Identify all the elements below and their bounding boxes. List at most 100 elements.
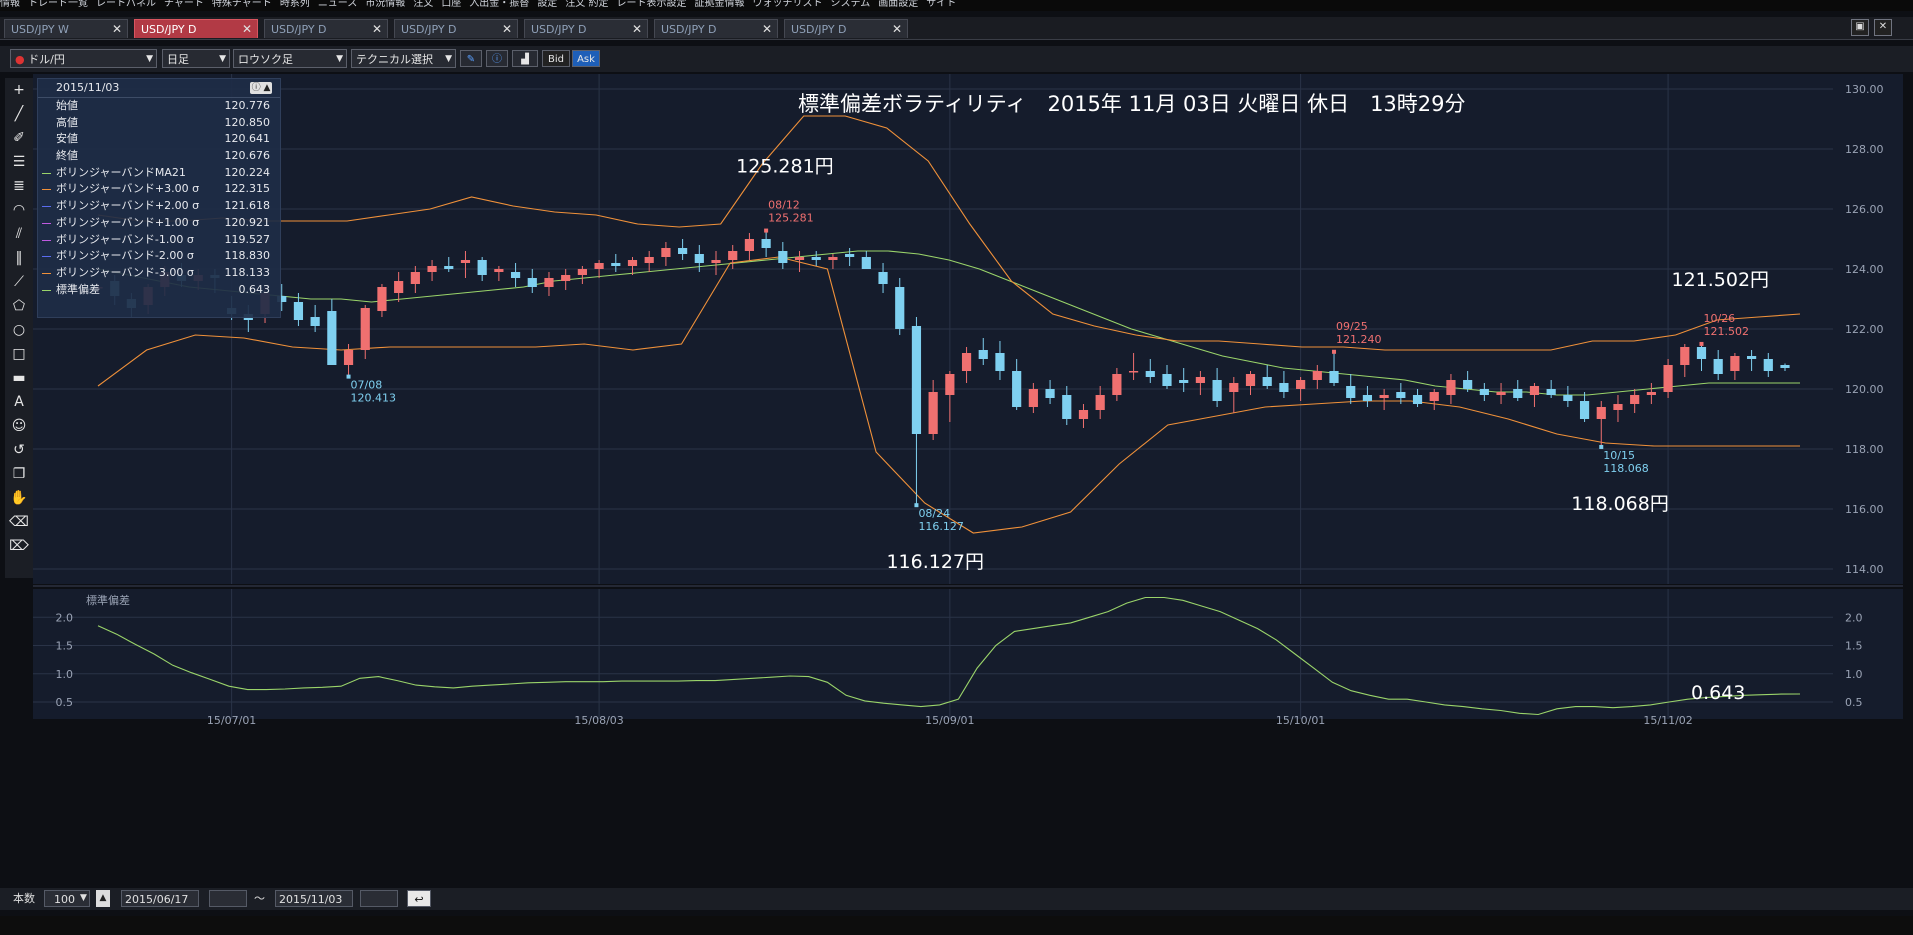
tab-usdjpy[interactable]: USD/JPY D ✕	[394, 19, 518, 38]
info-label: 高値	[56, 115, 78, 129]
flag-icon: ●	[15, 53, 25, 66]
menu-item[interactable]: 画面設定	[878, 0, 918, 9]
info-icon[interactable]: ⓘ	[486, 50, 508, 67]
tab-usdjpy[interactable]: USD/JPY D ✕	[524, 19, 648, 38]
menu-item[interactable]: 注文	[413, 0, 433, 9]
chevron-down-icon[interactable]: ▼	[80, 890, 87, 907]
series-swatch	[42, 239, 51, 241]
separator-icon[interactable]: ▬	[9, 368, 29, 388]
candle-body	[360, 308, 370, 350]
pentagon-icon[interactable]: ⬠	[9, 296, 29, 316]
tab-usdjpy[interactable]: USD/JPY D ✕	[264, 19, 388, 38]
sub-y-tick-label-left: 0.5	[56, 696, 74, 709]
menu-item[interactable]: 設定	[537, 0, 557, 9]
to-time-input[interactable]	[360, 890, 398, 907]
technical-select[interactable]: テクニカル選択 ▼	[351, 49, 456, 68]
eraser-all-icon[interactable]: ⌦	[9, 536, 29, 556]
menu-item[interactable]: チャート	[164, 0, 204, 9]
menu-item[interactable]: システム	[831, 0, 871, 9]
candle-body	[845, 254, 855, 257]
tab-usdjpy[interactable]: USD/JPY D ✕	[134, 19, 258, 38]
info-toggle-icon[interactable]: ⓘ ▲	[250, 82, 272, 94]
line-tool-icon[interactable]: ╱	[9, 104, 29, 124]
candle-body	[1245, 374, 1256, 386]
arc-icon[interactable]: ◠	[9, 200, 29, 220]
candle-body	[828, 257, 838, 260]
y-tick-label: 114.00	[1845, 563, 1884, 576]
candle-body	[477, 260, 487, 275]
sub-chart-label: 標準偏差	[86, 593, 130, 607]
fibonacci-icon[interactable]: ≣	[9, 176, 29, 196]
candle-body	[1479, 389, 1489, 395]
close-tab-icon[interactable]: ✕	[112, 20, 122, 39]
menu-item[interactable]: 市況情報	[365, 0, 405, 9]
vertical-lines-icon[interactable]: ‖	[9, 248, 29, 268]
channel-icon[interactable]: ⟋	[9, 272, 29, 292]
crosshair-icon[interactable]: +	[9, 80, 29, 100]
candle-body	[310, 317, 320, 326]
currency-pair-select[interactable]: ● ドル/円 ▼	[10, 49, 157, 68]
tab-usdjpy[interactable]: USD/JPY W ✕	[4, 19, 128, 38]
info-value: 118.133	[224, 265, 271, 279]
candle-body	[1680, 347, 1690, 365]
menu-item[interactable]: レートパネル	[96, 0, 156, 9]
close-tab-icon[interactable]: ✕	[242, 20, 252, 39]
range-bar: 本数 100 ▼ ▲ 2015/06/17 ～ 2015/11/03 ↩	[0, 888, 1913, 910]
tab-usdjpy[interactable]: USD/JPY D ✕	[654, 19, 778, 38]
menu-item[interactable]: 時系列	[280, 0, 310, 9]
from-time-input[interactable]	[209, 890, 247, 907]
candle-body	[1429, 392, 1439, 401]
close-tab-icon[interactable]: ✕	[502, 20, 512, 39]
restore-window-icon[interactable]: ▣	[1851, 19, 1869, 36]
menu-item[interactable]: 注文 約定	[565, 0, 608, 9]
hand-icon[interactable]: ✋	[9, 488, 29, 508]
pen-icon[interactable]: ✎	[460, 50, 482, 67]
fan-icon[interactable]: ⫽	[9, 224, 29, 244]
info-value: 118.830	[224, 249, 271, 263]
ask-button[interactable]: Ask	[572, 50, 600, 67]
candle-body	[694, 254, 704, 263]
chart-style-icon[interactable]: ▟	[512, 50, 538, 67]
menu-item[interactable]: 口座	[441, 0, 461, 9]
info-row: ボリンジャーバンド-1.00 σ 119.527	[38, 232, 280, 249]
menu-item[interactable]: 情報	[0, 0, 20, 9]
close-tab-icon[interactable]: ✕	[762, 20, 772, 39]
close-tab-icon[interactable]: ✕	[632, 20, 642, 39]
text-icon[interactable]: A	[9, 392, 29, 412]
price-chart[interactable]: 114.00 116.00 118.00 120.00 122.00 124.00 126.…	[33, 74, 1903, 889]
copy-icon[interactable]: ❐	[9, 464, 29, 484]
return-icon[interactable]: ↩	[407, 890, 431, 907]
ruler-icon[interactable]: ✐	[9, 128, 29, 148]
menu-item[interactable]: 入出金・振替	[469, 0, 529, 9]
menu-item[interactable]: ウォッチリスト	[753, 0, 823, 9]
bid-button[interactable]: Bid	[542, 50, 570, 67]
candle-body	[1296, 380, 1306, 389]
chart-type-select[interactable]: ロウソク足 ▼	[233, 49, 347, 68]
menu-item[interactable]: トレード一覧	[28, 0, 88, 9]
menu-item[interactable]: 特殊チャート	[212, 0, 272, 9]
candle-body	[1012, 371, 1022, 407]
circle-icon[interactable]: ○	[9, 320, 29, 340]
annotation-callout: 125.281円	[736, 156, 834, 178]
eraser-icon[interactable]: ⌫	[9, 512, 29, 532]
info-value: 0.643	[238, 282, 271, 296]
horizontal-line-icon[interactable]: ☰	[9, 152, 29, 172]
menu-item[interactable]: 証拠金情報	[695, 0, 745, 9]
menu-item[interactable]: サイト	[926, 0, 956, 9]
chevron-up-icon[interactable]: ▲	[96, 890, 110, 907]
smiley-icon[interactable]: ☺	[9, 416, 29, 436]
rectangle-icon[interactable]: □	[9, 344, 29, 364]
close-tab-icon[interactable]: ✕	[372, 20, 382, 39]
from-date-input[interactable]: 2015/06/17	[121, 890, 199, 907]
to-date-input[interactable]: 2015/11/03	[275, 890, 353, 907]
menu-item[interactable]: レート表示設定	[617, 0, 687, 9]
undo-draw-icon[interactable]: ↺	[9, 440, 29, 460]
candle-body	[1329, 371, 1339, 383]
info-label: 終値	[56, 149, 78, 163]
close-tab-icon[interactable]: ✕	[892, 20, 902, 39]
period-select[interactable]: 日足 ▼	[162, 49, 230, 68]
info-row: ボリンジャーバンド-2.00 σ 118.830	[38, 248, 280, 265]
menu-item[interactable]: ニュース	[318, 0, 358, 9]
tab-usdjpy[interactable]: USD/JPY D ✕	[784, 19, 908, 38]
close-window-icon[interactable]: ✕	[1874, 19, 1892, 36]
